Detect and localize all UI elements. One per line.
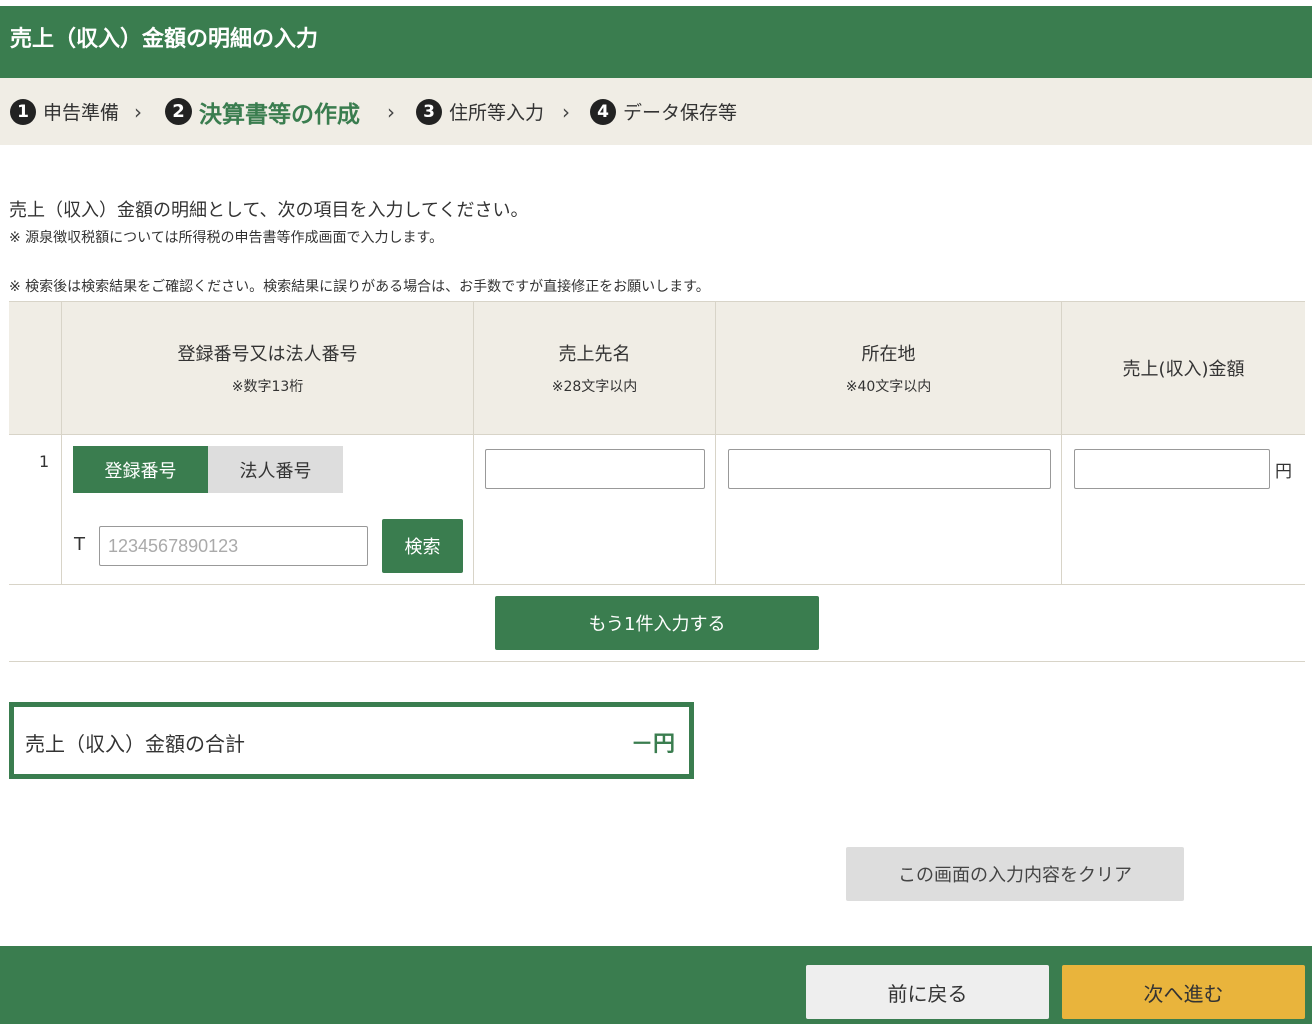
step-2-label: 決算書等の作成 <box>199 101 360 128</box>
withholding-note: ※ 源泉徴収税額については所得税の申告書等作成画面で入力します。 <box>9 230 444 246</box>
total-value: －円 <box>630 732 675 757</box>
chevron-right-icon: › <box>134 100 142 124</box>
back-button[interactable]: 前に戻る <box>806 965 1049 1019</box>
add-row-button[interactable]: もう1件入力する <box>495 596 819 650</box>
intro-text: 売上（収入）金額の明細として、次の項目を入力してください。 <box>9 200 529 221</box>
page-title: 売上（収入）金額の明細の入力 <box>10 27 319 52</box>
step-3: 3 住所等入力 <box>416 78 544 145</box>
row-index-cell: 1 <box>9 434 62 585</box>
next-button[interactable]: 次へ進む <box>1062 965 1305 1019</box>
step-2-current: 2 決算書等の作成 <box>165 78 360 145</box>
progress-steps: 1 申告準備 › 2 決算書等の作成 › 3 住所等入力 › 4 データ保存等 <box>0 78 1312 145</box>
step-2-number: 2 <box>165 98 192 125</box>
t-prefix-label: T <box>74 534 85 555</box>
header-cell-index <box>9 301 62 434</box>
column-title: 売上先名 <box>558 344 631 365</box>
customer-name-input[interactable] <box>485 449 705 489</box>
step-1-label: 申告準備 <box>43 102 120 124</box>
step-4-number: 4 <box>590 98 616 125</box>
header-cell-address: 所在地 ※40文字以内 <box>716 301 1062 434</box>
registration-number-input[interactable] <box>99 526 368 566</box>
number-type-toggle: 登録番号 法人番号 <box>73 446 343 493</box>
column-title: 登録番号又は法人番号 <box>177 344 358 365</box>
step-3-number: 3 <box>416 98 442 125</box>
header-cell-registration-number: 登録番号又は法人番号 ※数字13桁 <box>62 301 474 434</box>
step-1: 1 申告準備 <box>10 78 119 145</box>
yen-unit-label: 円 <box>1275 462 1292 482</box>
search-button[interactable]: 検索 <box>382 519 463 573</box>
corporate-number-toggle[interactable]: 法人番号 <box>208 446 343 493</box>
header-cell-customer-name: 売上先名 ※28文字以内 <box>474 301 716 434</box>
step-4-label: データ保存等 <box>623 102 738 124</box>
page-header: 売上（収入）金額の明細の入力 <box>0 6 1312 78</box>
chevron-right-icon: › <box>562 100 570 124</box>
step-1-number: 1 <box>10 98 36 125</box>
header-cell-amount: 売上(収入)金額 <box>1062 301 1305 434</box>
total-label: 売上（収入）金額の合計 <box>25 732 245 756</box>
search-note: ※ 検索後は検索結果をご確認ください。検索結果に誤りがある場合は、お手数ですが直… <box>9 279 710 295</box>
clear-inputs-button[interactable]: この画面の入力内容をクリア <box>846 847 1184 901</box>
amount-input[interactable] <box>1074 449 1270 489</box>
total-box: 売上（収入）金額の合計 －円 <box>9 702 694 779</box>
footer-bar: 前に戻る 次へ進む <box>0 946 1312 1024</box>
sales-detail-table: 登録番号又は法人番号 ※数字13桁 売上先名 ※28文字以内 所在地 ※40文字… <box>9 301 1305 585</box>
column-title: 売上(収入)金額 <box>1122 359 1245 380</box>
row-number: 1 <box>39 452 50 471</box>
address-input[interactable] <box>728 449 1051 489</box>
registration-number-toggle[interactable]: 登録番号 <box>73 446 208 493</box>
column-note: ※28文字以内 <box>551 379 638 395</box>
step-3-label: 住所等入力 <box>449 102 545 124</box>
chevron-right-icon: › <box>387 100 395 124</box>
column-title: 所在地 <box>861 344 916 365</box>
divider <box>9 661 1305 662</box>
step-4: 4 データ保存等 <box>590 78 737 145</box>
column-note: ※数字13桁 <box>231 379 304 395</box>
column-note: ※40文字以内 <box>845 379 932 395</box>
